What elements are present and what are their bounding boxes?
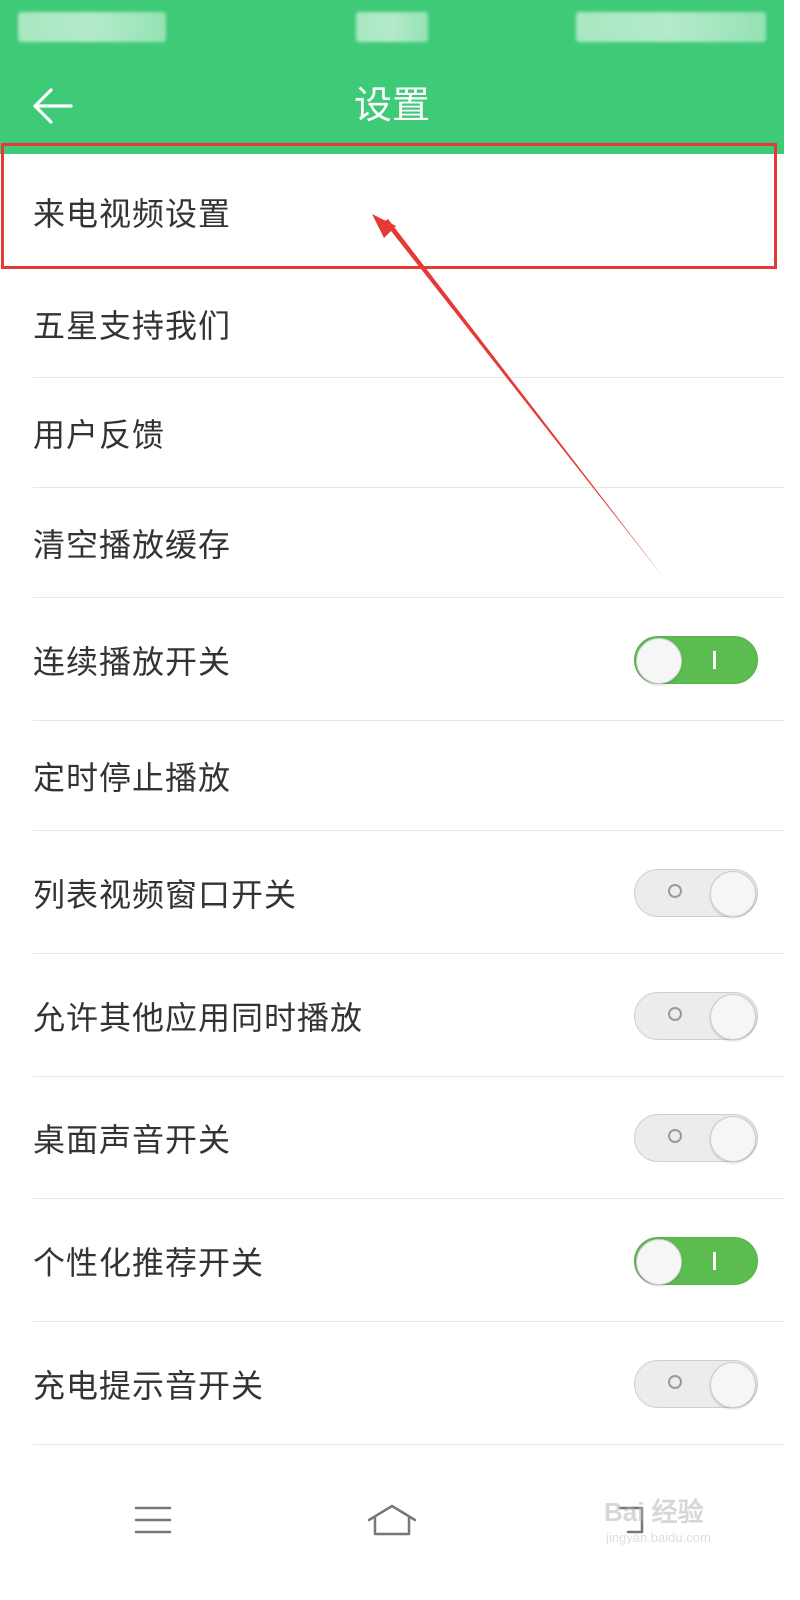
charging-sound-toggle[interactable] (634, 1359, 758, 1408)
menu-icon (134, 1506, 172, 1534)
home-icon (367, 1504, 417, 1536)
setting-row-desktop-sound[interactable]: 桌面声音开关 (0, 1077, 784, 1199)
setting-label: 桌面声音开关 (33, 1121, 232, 1159)
continuous-play-toggle[interactable] (634, 635, 758, 684)
setting-label: 来电视频设置 (33, 194, 232, 233)
toggle-on-mark (713, 650, 716, 669)
setting-label: 连续播放开关 (33, 642, 232, 681)
back-icon (618, 1506, 644, 1534)
status-signal-blurred (18, 12, 166, 42)
status-bar (0, 0, 784, 56)
system-nav-bar (0, 1468, 784, 1568)
setting-label: 列表视频窗口开关 (33, 875, 298, 914)
setting-row-incoming-video[interactable]: 来电视频设置 (0, 154, 784, 269)
setting-row-allow-other-apps[interactable]: 允许其他应用同时播放 (0, 954, 784, 1077)
toggle-knob (710, 993, 756, 1040)
setting-label: 允许其他应用同时播放 (33, 998, 364, 1037)
toggle-on-mark (713, 1251, 716, 1270)
setting-label: 定时停止播放 (33, 759, 232, 797)
divider (33, 1444, 784, 1445)
toggle-off-mark (668, 1006, 682, 1021)
personalized-recommend-toggle[interactable] (634, 1236, 758, 1285)
setting-label: 用户反馈 (33, 416, 166, 454)
setting-label: 五星支持我们 (33, 306, 232, 345)
toggle-knob (636, 1238, 682, 1285)
toggle-off-mark (668, 883, 682, 898)
status-time-blurred (356, 12, 428, 42)
setting-label: 充电提示音开关 (33, 1366, 265, 1405)
toggle-knob (710, 1116, 756, 1162)
allow-other-apps-toggle[interactable] (634, 991, 758, 1040)
setting-label: 清空播放缓存 (33, 526, 232, 564)
setting-row-charging-sound[interactable]: 充电提示音开关 (0, 1322, 784, 1445)
setting-row-personalized-recommend[interactable]: 个性化推荐开关 (0, 1199, 784, 1322)
setting-row-list-video-window[interactable]: 列表视频窗口开关 (0, 831, 784, 954)
setting-row-clear-cache[interactable]: 清空播放缓存 (0, 488, 784, 598)
toggle-knob (636, 637, 682, 684)
settings-list: 来电视频设置 五星支持我们 用户反馈 清空播放缓存 连续播放开关 定时停止播放 … (0, 154, 784, 1445)
toggle-off-mark (668, 1374, 682, 1389)
setting-label: 个性化推荐开关 (33, 1243, 265, 1282)
page-title: 设置 (353, 83, 430, 127)
toggle-off-mark (668, 1129, 682, 1143)
list-video-window-toggle[interactable] (634, 868, 758, 917)
nav-back-button[interactable] (602, 1492, 662, 1548)
toggle-knob (710, 1361, 756, 1408)
setting-row-rate-us[interactable]: 五星支持我们 (0, 269, 784, 378)
status-battery-blurred (576, 12, 766, 42)
setting-row-feedback[interactable]: 用户反馈 (0, 378, 784, 488)
toggle-knob (710, 870, 756, 917)
app-bar: 设置 (0, 56, 784, 154)
setting-row-continuous-play[interactable]: 连续播放开关 (0, 598, 784, 721)
nav-home-button[interactable] (362, 1492, 422, 1548)
nav-menu-button[interactable] (123, 1492, 183, 1548)
setting-row-sleep-timer[interactable]: 定时停止播放 (0, 721, 784, 831)
desktop-sound-toggle[interactable] (634, 1114, 758, 1162)
